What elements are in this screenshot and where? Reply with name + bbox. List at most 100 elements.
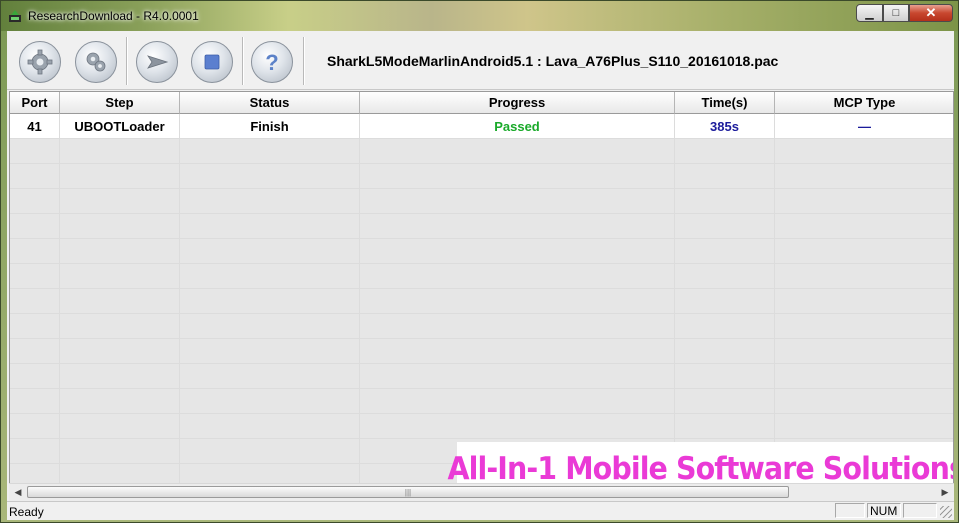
toolbar: ? SharkL5ModeMarlinAndroid5.1 : Lava_A76… [7, 31, 954, 90]
empty-cell [775, 264, 953, 289]
empty-cell [675, 414, 775, 439]
empty-row [10, 264, 953, 289]
scroll-right-arrow-icon[interactable]: ▶ [938, 486, 952, 499]
empty-cell [180, 339, 360, 364]
empty-cell [180, 214, 360, 239]
empty-cell [10, 339, 60, 364]
watermark-text: All-In-1 Mobile Software Solutions [447, 451, 954, 487]
scroll-left-arrow-icon[interactable]: ◀ [11, 486, 25, 499]
empty-cell [60, 189, 180, 214]
start-download-button[interactable] [136, 41, 178, 83]
empty-row [10, 239, 953, 264]
empty-row [10, 414, 953, 439]
column-header-mcp-type[interactable]: MCP Type [775, 92, 953, 114]
empty-cell [10, 314, 60, 339]
empty-cell [180, 314, 360, 339]
empty-cell [60, 389, 180, 414]
empty-cell [775, 389, 953, 414]
empty-cell [675, 214, 775, 239]
empty-cell [10, 389, 60, 414]
empty-cell [60, 439, 180, 464]
minimize-button[interactable]: ▁ [856, 4, 883, 22]
empty-cell [180, 189, 360, 214]
empty-cell [180, 439, 360, 464]
empty-cell [675, 164, 775, 189]
empty-cell [60, 164, 180, 189]
empty-cell [675, 364, 775, 389]
empty-row [10, 314, 953, 339]
cell-progress: Passed [360, 114, 675, 139]
empty-cell [360, 189, 675, 214]
column-header-time[interactable]: Time(s) [675, 92, 775, 114]
status-pane-scroll [903, 503, 937, 518]
status-bar: Ready NUM [7, 501, 954, 520]
empty-cell [675, 314, 775, 339]
empty-row [10, 139, 953, 164]
empty-cell [360, 414, 675, 439]
empty-cell [10, 364, 60, 389]
resize-grip-icon[interactable] [940, 506, 952, 518]
grid-rows: 41 UBOOTLoader Finish Passed 385s — [10, 114, 953, 139]
empty-cell [360, 314, 675, 339]
load-packet-button[interactable] [19, 41, 61, 83]
window-title: ResearchDownload - R4.0.0001 [28, 9, 199, 23]
empty-row [10, 289, 953, 314]
empty-row [10, 189, 953, 214]
horizontal-scrollbar[interactable]: ◀ ||| ▶ [9, 483, 954, 501]
stop-download-button[interactable] [191, 41, 233, 83]
column-header-progress[interactable]: Progress [360, 92, 675, 114]
help-icon: ? [265, 50, 278, 75]
window-controls: ▁ □ ✕ [856, 4, 953, 22]
empty-cell [360, 364, 675, 389]
close-icon: ✕ [925, 5, 937, 20]
empty-cell [10, 189, 60, 214]
empty-cell [675, 189, 775, 214]
toolbar-separator [242, 37, 244, 85]
empty-cell [360, 339, 675, 364]
empty-cell [10, 164, 60, 189]
empty-cell [10, 439, 60, 464]
column-header-port[interactable]: Port [10, 92, 60, 114]
empty-cell [180, 364, 360, 389]
empty-cell [180, 389, 360, 414]
empty-cell [775, 239, 953, 264]
help-button[interactable]: ? [251, 41, 293, 83]
status-pane-empty [835, 503, 865, 518]
table-row[interactable]: 41 UBOOTLoader Finish Passed 385s — [10, 114, 953, 139]
empty-cell [60, 239, 180, 264]
gears-icon [86, 52, 106, 72]
empty-rows [10, 139, 953, 486]
toolbar-separator [303, 37, 305, 85]
stop-icon [204, 54, 220, 70]
empty-cell [675, 264, 775, 289]
empty-row [10, 164, 953, 189]
empty-row [10, 364, 953, 389]
empty-row [10, 339, 953, 364]
empty-cell [60, 289, 180, 314]
cell-time: 385s [675, 114, 775, 139]
empty-cell [360, 389, 675, 414]
empty-cell [60, 214, 180, 239]
column-header-step[interactable]: Step [60, 92, 180, 114]
empty-cell [775, 189, 953, 214]
empty-cell [60, 414, 180, 439]
empty-cell [180, 414, 360, 439]
empty-cell [10, 214, 60, 239]
scroll-thumb[interactable]: ||| [27, 486, 789, 498]
empty-cell [775, 164, 953, 189]
empty-cell [10, 264, 60, 289]
empty-cell [675, 139, 775, 164]
column-header-status[interactable]: Status [180, 92, 360, 114]
cell-mcp-type: — [775, 114, 953, 139]
close-button[interactable]: ✕ [909, 4, 953, 22]
settings-button[interactable] [75, 41, 117, 83]
gear-icon [27, 49, 53, 75]
port-grid[interactable]: Port Step Status Progress Time(s) MCP Ty… [9, 91, 954, 487]
title-bar[interactable]: ResearchDownload - R4.0.0001 ▁ □ ✕ [1, 1, 958, 31]
cell-step: UBOOTLoader [60, 114, 180, 139]
empty-row [10, 389, 953, 414]
maximize-button[interactable]: □ [883, 4, 909, 22]
empty-cell [775, 214, 953, 239]
empty-cell [775, 364, 953, 389]
empty-cell [775, 414, 953, 439]
